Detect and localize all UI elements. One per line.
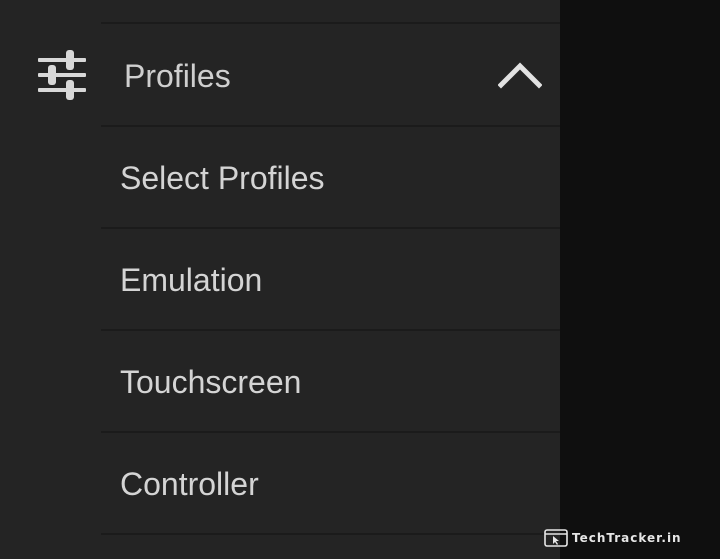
divider: [101, 533, 560, 535]
menu-item-select-profiles[interactable]: Select Profiles: [101, 127, 560, 227]
watermark-text: TechTracker.in: [572, 531, 682, 545]
menu-item-label: Emulation: [120, 262, 263, 298]
menu-item-controller[interactable]: Controller: [101, 433, 560, 533]
menu-item-label: Select Profiles: [120, 160, 325, 196]
browser-cursor-icon: [544, 529, 568, 547]
chevron-up-icon[interactable]: [498, 61, 542, 89]
menu-item-touchscreen[interactable]: Touchscreen: [101, 331, 560, 431]
menu-item-label: Controller: [120, 466, 259, 502]
menu-item-emulation[interactable]: Emulation: [101, 229, 560, 329]
section-title: Profiles: [124, 58, 231, 94]
sliders-icon: [38, 50, 86, 100]
divider: [101, 22, 560, 24]
profiles-section-header[interactable]: Profiles: [0, 25, 560, 126]
navigation-drawer: Profiles Select Profiles Emulation Touch…: [0, 0, 560, 559]
menu-item-label: Touchscreen: [120, 364, 302, 400]
watermark: TechTracker.in: [544, 528, 682, 548]
